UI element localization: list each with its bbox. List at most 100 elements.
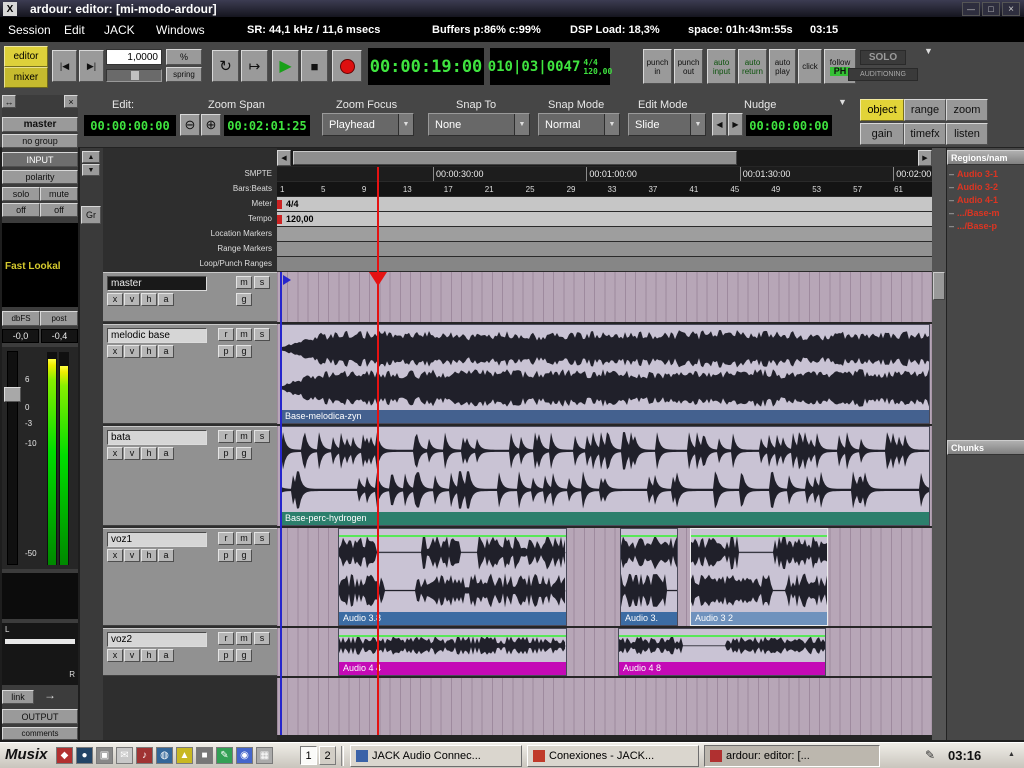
edit-tool-listen[interactable]: listen [946,123,988,145]
edit-group-tab[interactable]: Gr [81,206,101,224]
edit-tool-gain[interactable]: gain [860,123,904,145]
track-automation-button[interactable]: a [158,447,174,460]
track-header-voz2[interactable]: voz2 r m s x v h a p g [103,628,277,676]
scroll-tracks-up-button[interactable]: ▲ [82,151,100,163]
region-name-bar[interactable]: Audio 4 4 [339,662,566,675]
nudge-backward-button[interactable]: ◀ [712,113,727,136]
go-to-end-button[interactable]: ▶| [79,50,104,82]
snap-to-select[interactable]: None ▼ [428,113,530,136]
maximize-button[interactable]: □ [982,2,1000,16]
track-name[interactable]: bata [107,430,207,445]
strip-output-button[interactable]: OUTPUT [2,709,78,724]
track-height-button[interactable]: h [141,345,157,358]
ruler-loop-punch[interactable] [277,257,932,272]
stop-button[interactable]: ■ [301,50,328,82]
auto-return-button[interactable]: auto return [738,49,767,84]
taskbar-window-2[interactable]: ardour: editor: [... [704,745,880,767]
track-height-button[interactable]: h [141,649,157,662]
region-name-bar[interactable]: Audio 3. [621,612,677,625]
track-hide-button[interactable]: x [107,345,123,358]
launcher-icon-2[interactable]: ▣ [96,747,113,764]
mouse-mode-range[interactable]: range [904,99,946,121]
nudge-clock[interactable]: 00:00:00:00 [746,115,832,136]
launcher-icon-6[interactable]: ▲ [176,747,193,764]
play-button[interactable]: ▶ [272,50,299,82]
track-playlist-button[interactable]: p [218,345,234,358]
meter-value[interactable]: 4/4 [286,199,299,209]
launcher-icon-4[interactable]: ♪ [136,747,153,764]
primary-transport-clock[interactable]: 00:00:19:00 [368,48,484,85]
auditioning-indicator[interactable]: AUDITIONING [848,68,918,81]
secondary-transport-clock[interactable]: 010|03|0047 4/4 120,00 [488,48,612,85]
track-height-button[interactable]: h [141,293,157,306]
track-mute-button[interactable]: m [236,276,252,289]
horizontal-scrollbar[interactable]: ◀ ▶ [277,150,932,166]
meter-point-button-a[interactable]: dbFS [2,311,40,326]
strip-mute-button[interactable]: mute [40,187,78,201]
region-list-item-4[interactable]: – .../Base-p [947,220,1024,233]
track-mute-button[interactable]: m [236,430,252,443]
launcher-icon-7[interactable]: ■ [196,747,213,764]
workspace-button-2[interactable]: 2 [319,746,336,765]
strip-group-button[interactable]: no group [2,134,78,148]
editor-canvas[interactable]: ◀ ▶ 00:00:30:00 00:01:00:00 00:01:30:00 00:… [277,148,932,740]
punch-in-button[interactable]: punch in [643,49,672,84]
playhead-line[interactable] [377,167,379,735]
strip-input-button[interactable]: INPUT [2,152,78,167]
launcher-icon-0[interactable]: ◆ [56,747,73,764]
edit-tool-timefx[interactable]: timefx [904,123,946,145]
track-record-arm-button[interactable]: r [218,532,234,545]
gain-automation-line[interactable] [619,635,825,637]
track-record-arm-button[interactable]: r [218,632,234,645]
shuttle-speed-display[interactable]: 1,0000 [106,49,162,65]
ruler-bars-beats[interactable]: 1 5 9 13 17 21 25 29 33 37 41 45 49 53 57 61 [277,182,932,197]
audio-region-voz1-0[interactable]: Audio 3.8 [338,528,567,626]
record-button[interactable] [332,50,362,82]
track-lane-bata[interactable]: Base-perc-hydrogen [277,426,932,526]
track-automation-button[interactable]: a [158,549,174,562]
toolbar-options-dropdown-icon[interactable]: ▼ [838,97,847,107]
strip-width-button[interactable]: ↔ [2,95,16,108]
auto-play-button[interactable]: auto play [769,49,796,84]
peak-display[interactable]: -0,4 [41,329,78,343]
launcher-icon-5[interactable]: ◍ [156,747,173,764]
ruler-meter[interactable]: 4/4 [277,197,932,212]
zoom-span-clock[interactable]: 00:02:01:25 [224,115,310,136]
region-list-item-2[interactable]: – Audio 4-1 [947,194,1024,207]
audio-region-voz1-2[interactable]: Audio 3 2 [690,528,828,626]
track-header-voz1[interactable]: voz1 r m s x v h a p g [103,528,277,626]
zoom-in-button[interactable]: ⊕ [201,114,221,136]
auto-input-button[interactable]: auto input [707,49,736,84]
minimize-button[interactable]: — [962,2,980,16]
launcher-icon-8[interactable]: ✎ [216,747,233,764]
nudge-forward-button[interactable]: ▶ [728,113,743,136]
track-mute-button[interactable]: m [236,532,252,545]
processor-box[interactable]: Fast Lookal [2,223,78,307]
solo-indicator[interactable]: SOLO [860,50,906,65]
track-name[interactable]: master [107,276,207,291]
menu-edit[interactable]: Edit [64,23,85,37]
taskbar-corner-icon[interactable]: ▲ [1008,751,1015,758]
strip-polarity-button[interactable]: polarity [2,170,78,184]
region-name-bar[interactable]: Audio 3.8 [339,612,566,625]
track-automation-button[interactable]: a [158,649,174,662]
track-view-button[interactable]: v [124,649,140,662]
track-lane-voz1[interactable]: Audio 3.8 Audio 3. Audio 3 2 [277,528,932,626]
strip-comments-button[interactable]: comments [2,727,78,740]
track-height-button[interactable]: h [141,447,157,460]
track-solo-button[interactable]: s [254,632,270,645]
click-button[interactable]: click [798,49,822,84]
mixer-button[interactable]: mixer [4,67,48,88]
shuttle-bar[interactable] [106,69,162,82]
region-list-item-1[interactable]: – Audio 3-2 [947,181,1024,194]
empty-track-area[interactable] [277,678,932,735]
track-view-button[interactable]: v [124,345,140,358]
gain-display[interactable]: -0,0 [2,329,39,343]
gain-automation-line[interactable] [621,535,677,537]
track-group-button[interactable]: g [236,549,252,562]
loop-playback-button[interactable]: ↻ [212,50,239,82]
ruler-smpte[interactable]: 00:00:30:00 00:01:00:00 00:01:30:00 00:02:0… [277,167,932,182]
track-view-button[interactable]: v [124,293,140,306]
play-range-button[interactable]: ↦ [241,50,268,82]
mouse-mode-object[interactable]: object [860,99,904,121]
